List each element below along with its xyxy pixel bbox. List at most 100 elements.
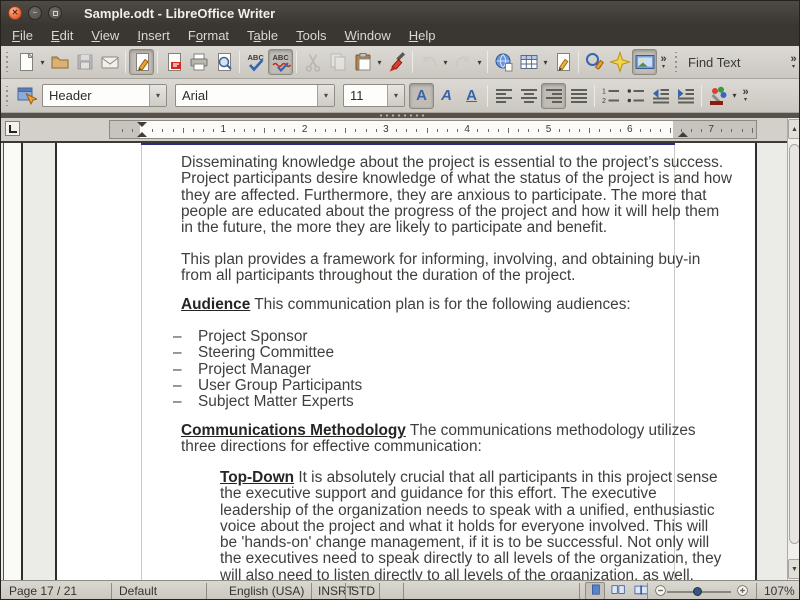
zoom-in-button[interactable] — [735, 583, 750, 600]
hyperlink-button[interactable] — [491, 49, 516, 75]
page-preview-icon — [213, 51, 235, 73]
menu-insert[interactable]: Insert — [128, 26, 179, 45]
tab-stop-selector[interactable] — [5, 121, 20, 136]
scrollbar-thumb[interactable] — [789, 144, 800, 544]
font-name-combobox[interactable]: Arial ▾ — [175, 84, 335, 107]
email-document-button[interactable] — [97, 49, 122, 75]
text-line: Disseminating knowledge about the projec… — [181, 155, 732, 171]
paragraph[interactable]: This plan provides a framework for infor… — [181, 252, 700, 285]
scroll-up-button[interactable]: ▲ — [788, 119, 800, 139]
font-size-dropdown-button[interactable]: ▾ — [387, 85, 404, 106]
font-name-dropdown-button[interactable]: ▾ — [317, 85, 334, 106]
menu-help[interactable]: Help — [400, 26, 445, 45]
find-text-input[interactable]: Find Text — [688, 55, 741, 70]
new-document-button[interactable] — [13, 49, 38, 75]
find-replace-button[interactable] — [582, 49, 607, 75]
align-justify-button[interactable] — [566, 83, 591, 109]
navigator-button[interactable] — [607, 49, 632, 75]
resize-grip-dots[interactable] — [378, 114, 424, 117]
insert-table-button[interactable] — [516, 49, 541, 75]
numbering-button[interactable]: 12 — [598, 83, 623, 109]
menu-window[interactable]: Window — [336, 26, 400, 45]
paragraph[interactable]: Top-Down It is absolutely crucial that a… — [220, 470, 721, 580]
page-number-status[interactable]: Page 17 / 21 — [9, 584, 77, 598]
left-indent-marker[interactable] — [137, 132, 147, 137]
overflow-chevron-icon: » — [790, 55, 796, 64]
find-toolbar-overflow-button[interactable]: »▾ — [787, 49, 800, 75]
toolbar-overflow-button[interactable]: »▾ — [657, 49, 670, 75]
status-separator — [403, 583, 404, 599]
bold-button[interactable]: A — [409, 83, 434, 109]
italic-button[interactable]: A — [434, 83, 459, 109]
ruler-track[interactable]: 1234567 — [109, 120, 757, 139]
gallery-button[interactable] — [632, 49, 657, 75]
zoom-out-button[interactable] — [653, 583, 668, 600]
undo-button — [416, 49, 441, 75]
first-line-indent-marker[interactable] — [137, 122, 147, 127]
menu-view[interactable]: View — [82, 26, 128, 45]
open-button[interactable] — [47, 49, 72, 75]
font-color-button[interactable] — [705, 83, 730, 109]
close-window-button[interactable]: ✕ — [8, 6, 22, 20]
align-center-button[interactable] — [516, 83, 541, 109]
menu-tools[interactable]: Tools — [287, 26, 335, 45]
edit-file-button[interactable] — [129, 49, 154, 75]
paragraph[interactable]: Audience This communication plan is for … — [181, 297, 631, 313]
multi-page-view-button[interactable] — [608, 582, 628, 600]
scroll-down-button[interactable]: ▼ — [788, 559, 800, 579]
menu-table[interactable]: Table — [238, 26, 287, 45]
new-document-dropdown-arrow[interactable]: ▾ — [38, 49, 47, 75]
align-left-button[interactable] — [491, 83, 516, 109]
vertical-scrollbar[interactable]: ▲ ▼ — [787, 118, 800, 580]
bullets-button[interactable] — [623, 83, 648, 109]
menu-format[interactable]: Format — [179, 26, 238, 45]
toolbar-grip[interactable] — [4, 52, 10, 72]
format-paintbrush-button[interactable] — [384, 49, 409, 75]
export-pdf-button[interactable] — [161, 49, 186, 75]
language-status[interactable]: English (USA) — [229, 584, 304, 598]
maximize-icon — [53, 11, 58, 16]
book-view-button[interactable] — [631, 582, 651, 600]
selection-mode-status[interactable]: STD — [351, 584, 375, 598]
font-color-dropdown-arrow[interactable]: ▾ — [730, 83, 739, 109]
paragraph-style-dropdown-button[interactable]: ▾ — [149, 85, 166, 106]
paste-dropdown-arrow[interactable]: ▾ — [375, 49, 384, 75]
zoom-slider-thumb[interactable] — [693, 587, 702, 596]
maximize-window-button[interactable] — [48, 6, 62, 20]
paragraph[interactable]: Communications Methodology The communica… — [181, 423, 696, 456]
page-style-status[interactable]: Default — [119, 584, 157, 598]
find-toolbar-grip[interactable] — [673, 52, 679, 72]
paste-button[interactable] — [350, 49, 375, 75]
formatting-toolbar-grip[interactable] — [4, 86, 10, 106]
increase-indent-button[interactable] — [673, 83, 698, 109]
toolbar-overflow-button[interactable]: »▾ — [739, 83, 752, 109]
menu-edit[interactable]: Edit — [42, 26, 82, 45]
spelling-button[interactable]: ABC — [243, 49, 268, 75]
document-page[interactable]: Disseminating knowledge about the projec… — [55, 143, 757, 580]
cut-icon — [302, 51, 324, 73]
menu-file[interactable]: File — [3, 26, 42, 45]
auto-spellcheck-button[interactable]: ABC — [268, 49, 293, 75]
redo-dropdown-arrow[interactable]: ▾ — [475, 49, 484, 75]
undo-dropdown-arrow[interactable]: ▾ — [441, 49, 450, 75]
underline-button[interactable]: A — [459, 83, 484, 109]
single-page-view-button[interactable] — [585, 582, 605, 600]
bullet-list[interactable]: –Project Sponsor–Steering Committee–Proj… — [173, 329, 362, 410]
styles-and-formatting-button[interactable] — [13, 83, 38, 109]
zoom-level-status[interactable]: 107% — [764, 584, 795, 598]
insert-mode-status[interactable]: INSRT — [318, 584, 354, 598]
page-preview-button[interactable] — [211, 49, 236, 75]
font-size-combobox[interactable]: 11 ▾ — [343, 84, 405, 107]
standard-toolbar-buttons: ▾ ABCABC ▾ ▾ ▾ ▾ »▾ — [13, 49, 670, 75]
print-button[interactable] — [186, 49, 211, 75]
paragraph[interactable]: Disseminating knowledge about the projec… — [181, 155, 732, 236]
minimize-window-button[interactable]: − — [28, 6, 42, 20]
zoom-slider[interactable] — [667, 591, 731, 593]
insert-table-dropdown-arrow[interactable]: ▾ — [541, 49, 550, 75]
align-right-button[interactable] — [541, 83, 566, 109]
right-indent-marker[interactable] — [678, 132, 688, 137]
paragraph-style-combobox[interactable]: Header ▾ — [42, 84, 167, 107]
draw-functions-button[interactable] — [550, 49, 575, 75]
decrease-indent-button[interactable] — [648, 83, 673, 109]
save-button — [72, 49, 97, 75]
